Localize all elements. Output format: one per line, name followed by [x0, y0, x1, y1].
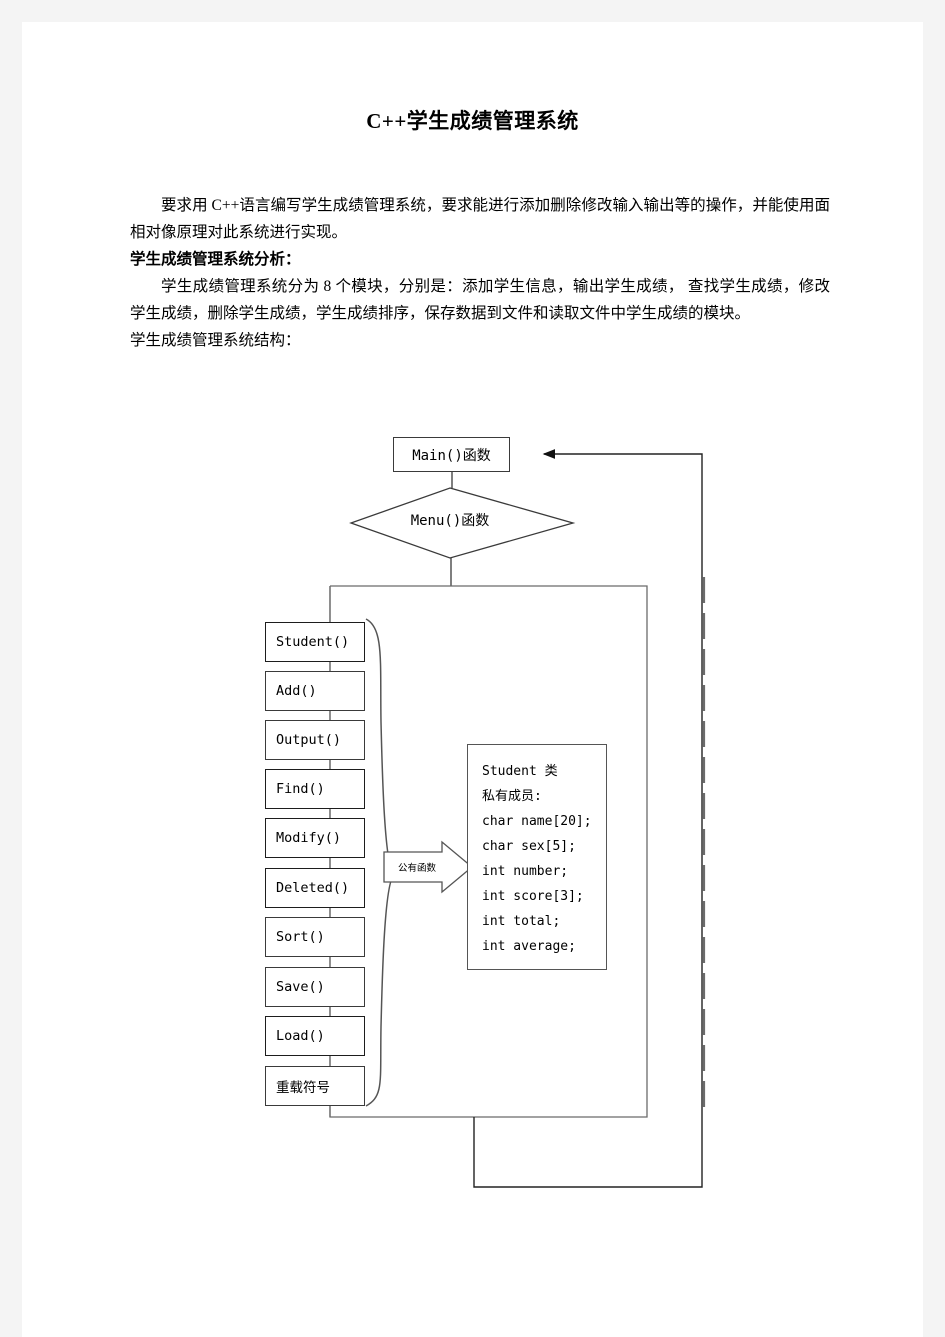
function-box-student: Student() [265, 622, 365, 662]
function-box-deleted: Deleted() [265, 868, 365, 908]
diagram-connectors [329, 449, 706, 1188]
menu-function-label: Menu()函数 [410, 513, 490, 529]
main-function-node: Main()函数 [393, 437, 510, 472]
class-member: int number; [482, 864, 569, 879]
function-box-sort: Sort() [265, 917, 365, 957]
student-class-box: Student 类 私有成员: char name[20]; char sex[… [467, 744, 607, 970]
function-box-find: Find() [265, 769, 365, 809]
function-box-load: Load() [265, 1016, 365, 1056]
class-member: int total; [482, 914, 561, 929]
function-box-output: Output() [265, 720, 365, 760]
class-member: int average; [482, 939, 576, 954]
class-member: char name[20]; [482, 814, 592, 829]
class-title: Student 类 [482, 764, 558, 779]
class-section: 私有成员: [482, 789, 542, 804]
function-box-modify: Modify() [265, 818, 365, 858]
function-box-save: Save() [265, 967, 365, 1007]
document-page: C++学生成绩管理系统 要求用 C++语言编写学生成绩管理系统，要求能进行添加删… [22, 22, 923, 1337]
public-functions-label: 公有函数 [397, 863, 436, 874]
class-member: int score[3]; [482, 889, 584, 904]
function-box-add: Add() [265, 671, 365, 711]
function-box-operator-overload: 重载符号 [265, 1066, 365, 1106]
class-member: char sex[5]; [482, 839, 576, 854]
system-structure-diagram: Main()函数 Menu()函数 Student() Add() Output… [22, 22, 923, 1337]
